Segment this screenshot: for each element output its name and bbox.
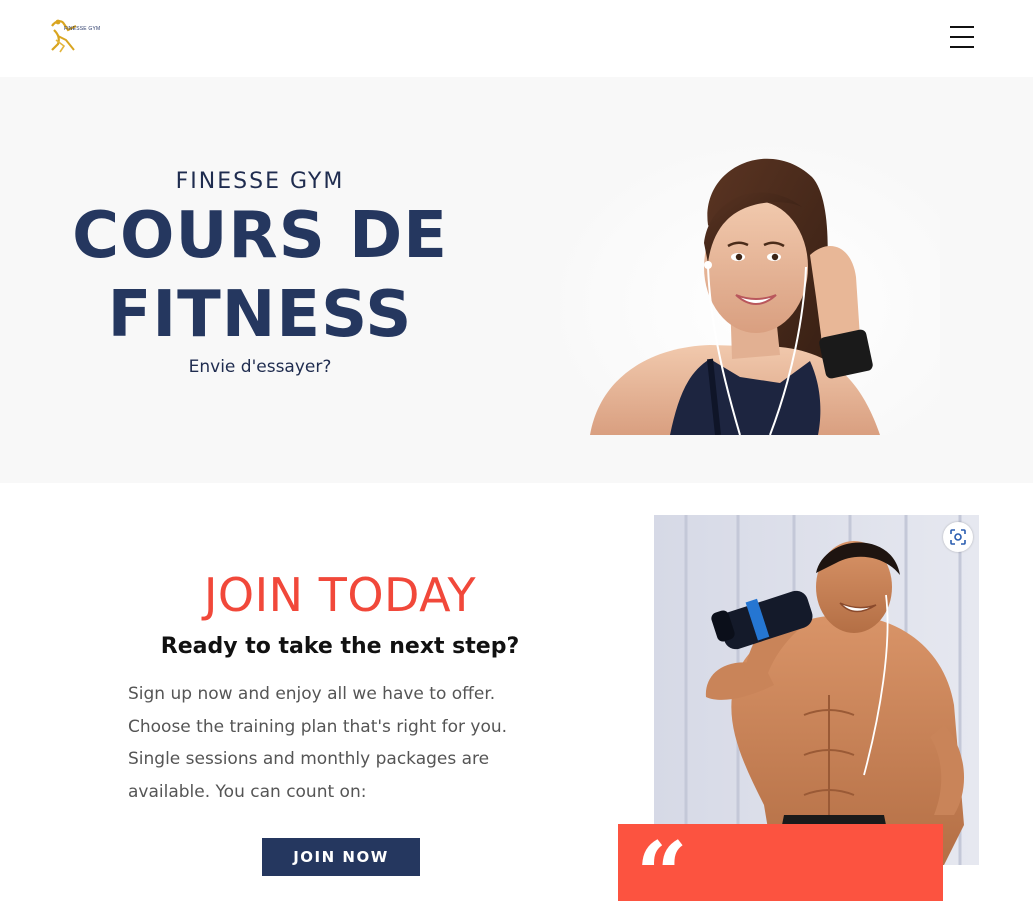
hero-eyebrow: FINESSE GYM	[175, 169, 345, 194]
join-subtitle: Ready to take the next step?	[160, 634, 520, 659]
hamburger-menu-icon[interactable]	[948, 25, 976, 49]
hero-section: FINESSE GYM COURS DE FITNESS Envie d'ess…	[0, 77, 1033, 483]
man-drinking-shaker-photo	[654, 515, 979, 865]
visual-search-icon[interactable]	[943, 522, 973, 552]
join-now-button[interactable]: JOIN NOW	[262, 838, 420, 876]
hero-title: COURS DE FITNESS	[72, 199, 448, 352]
woman-with-earphones-photo	[560, 147, 940, 436]
join-description: Sign up now and enjoy all we have to off…	[128, 684, 508, 802]
quote-mark-icon: “	[636, 822, 688, 901]
site-header: FINESSE GYM	[0, 0, 1033, 77]
logo-text: FINESSE GYM	[64, 26, 101, 32]
join-title: JOIN TODAY	[203, 568, 477, 622]
finesse-gym-logo-icon[interactable]	[46, 16, 94, 56]
hero-subtitle: Envie d'essayer?	[188, 357, 332, 377]
quote-box: “	[618, 824, 943, 901]
